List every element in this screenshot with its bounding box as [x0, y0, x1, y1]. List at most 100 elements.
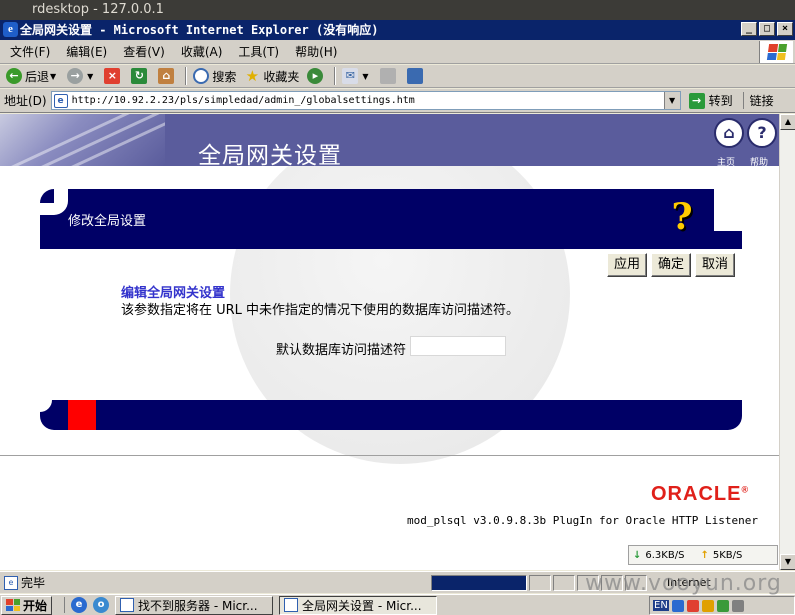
ie-page-icon: [284, 598, 299, 612]
mail-button[interactable]: ✉ ▼: [339, 66, 374, 87]
page-icon: e: [53, 93, 68, 108]
window-title: 全局网关设置 - Microsoft Internet Explorer (没有…: [20, 23, 379, 37]
footer-divider: [0, 455, 779, 456]
media-icon: ▸: [307, 68, 324, 84]
media-button[interactable]: ▸: [304, 66, 329, 87]
vertical-scrollbar[interactable]: ▲ ▼: [779, 114, 795, 570]
links-button[interactable]: 链接: [742, 92, 774, 109]
help-nav-link[interactable]: 帮助: [750, 155, 768, 168]
minimize-button[interactable]: _: [741, 22, 757, 36]
cancel-button[interactable]: 取消: [695, 253, 736, 277]
window-title-bar[interactable]: e 全局网关设置 - Microsoft Internet Explorer (…: [0, 20, 795, 40]
start-button[interactable]: 开始: [1, 595, 53, 615]
action-buttons: 应用 确定 取消: [607, 253, 736, 277]
task-global-gateway-settings[interactable]: 全局网关设置 - Micr...: [279, 595, 438, 615]
default-dad-input[interactable]: [410, 336, 506, 356]
menu-help[interactable]: 帮助(H): [289, 42, 343, 62]
windows-logo-icon: [759, 41, 793, 63]
upload-speed: 5KB/S: [712, 549, 743, 561]
toolbar-separator: [185, 67, 188, 85]
close-button[interactable]: ×: [777, 22, 793, 36]
back-dropdown-icon[interactable]: ▼: [50, 72, 56, 81]
menu-favorites[interactable]: 收藏(A): [175, 42, 229, 62]
language-indicator[interactable]: EN: [653, 600, 669, 611]
scroll-up-arrow[interactable]: ▲: [780, 114, 795, 130]
menu-view[interactable]: 查看(V): [117, 42, 171, 62]
section-title: 修改全局设置: [68, 214, 147, 229]
favorites-button[interactable]: ★ 收藏夹: [241, 66, 302, 87]
status-pane: [553, 574, 575, 591]
back-button[interactable]: ← 后退 ▼: [3, 66, 62, 87]
help-nav-icon[interactable]: ?: [747, 118, 777, 148]
home-nav-icon[interactable]: ⌂: [714, 118, 744, 148]
toolbar: ← 后退 ▼ → ▼ × ↻ ⌂ 搜索 ★ 收藏夹 ▸ ✉ ▼: [0, 65, 795, 88]
go-label: 转到: [708, 94, 733, 108]
menu-edit[interactable]: 编辑(E): [60, 42, 113, 62]
maximize-button[interactable]: □: [759, 22, 775, 36]
footer-corner: [40, 400, 52, 412]
default-dad-label: 默认数据库访问描述符: [276, 343, 407, 358]
status-pane: [529, 574, 551, 591]
refresh-button[interactable]: ↻: [128, 66, 153, 87]
forward-button[interactable]: → ▼: [64, 66, 99, 87]
page-done-icon: e: [4, 575, 18, 590]
ie-icon: e: [3, 22, 18, 37]
search-label: 搜索: [212, 69, 237, 84]
page-title: 全局网关设置: [198, 143, 342, 169]
windows-start-icon: [6, 599, 20, 611]
edit-page-button[interactable]: [404, 66, 429, 87]
apply-button[interactable]: 应用: [607, 253, 648, 277]
go-button[interactable]: → 转到: [688, 92, 733, 109]
address-input[interactable]: e http://10.92.2.23/pls/simpledad/admin_…: [50, 91, 681, 110]
menu-tools[interactable]: 工具(T): [232, 42, 285, 62]
star-icon: ★: [245, 67, 260, 85]
address-dropdown-icon[interactable]: ▼: [663, 92, 680, 109]
menu-bar: 文件(F) 编辑(E) 查看(V) 收藏(A) 工具(T) 帮助(H): [0, 40, 795, 64]
home-button[interactable]: ⌂: [155, 66, 180, 87]
task-label: 全局网关设置 - Micr...: [302, 598, 422, 613]
edit-page-icon: [406, 68, 423, 84]
outlook-quicklaunch-icon[interactable]: o: [93, 597, 110, 613]
print-button[interactable]: [377, 66, 402, 87]
stop-icon: ×: [104, 68, 121, 84]
upload-arrow-icon: ↑: [700, 549, 709, 561]
section-right-cut: [714, 189, 742, 231]
favorites-label: 收藏夹: [263, 69, 300, 84]
volume-tray-icon[interactable]: [701, 599, 714, 612]
progress-bar: [431, 574, 527, 591]
security-tray-icon[interactable]: [716, 599, 729, 612]
mail-dropdown-icon[interactable]: ▼: [362, 72, 368, 81]
search-button[interactable]: 搜索: [190, 66, 239, 87]
printer-icon: [379, 68, 396, 84]
refresh-icon: ↻: [131, 68, 148, 84]
download-speed: 6.3KB/S: [645, 549, 685, 561]
download-arrow-icon: ↓: [633, 549, 642, 561]
ok-button[interactable]: 确定: [651, 253, 692, 277]
home-nav-link[interactable]: 主页: [717, 155, 735, 168]
stop-button[interactable]: ×: [101, 66, 126, 87]
back-arrow-icon: ←: [6, 68, 22, 84]
ie-page-icon: [120, 598, 135, 612]
address-bar: 地址(D) e http://10.92.2.23/pls/simpledad/…: [0, 89, 795, 113]
forward-arrow-icon: →: [67, 68, 84, 84]
help-tray-icon[interactable]: [671, 599, 684, 612]
search-icon: [193, 68, 210, 84]
oracle-logo: ORACLE®: [651, 483, 750, 505]
scroll-down-arrow[interactable]: ▼: [780, 554, 795, 570]
question-mark-icon: ?: [671, 196, 693, 238]
network-tray-icon[interactable]: [686, 599, 699, 612]
task-label: 找不到服务器 - Micr...: [138, 598, 258, 613]
forward-dropdown-icon[interactable]: ▼: [87, 72, 93, 81]
plugin-version: mod_plsql v3.0.9.8.3b PlugIn for Oracle …: [407, 514, 758, 527]
ie-quicklaunch-icon[interactable]: e: [71, 597, 88, 613]
quick-launch: e o: [64, 597, 110, 613]
start-label: 开始: [23, 598, 48, 613]
home-icon: ⌂: [158, 68, 175, 84]
section-header: 修改全局设置 ?: [40, 189, 742, 249]
address-url[interactable]: http://10.92.2.23/pls/simpledad/admin_/g…: [72, 95, 415, 106]
speed-monitor: ↓ 6.3KB/S ↑ 5KB/S: [628, 545, 778, 565]
header-banner-image: [0, 114, 165, 166]
menu-file[interactable]: 文件(F): [4, 42, 56, 62]
task-server-not-found[interactable]: 找不到服务器 - Micr...: [115, 595, 274, 615]
device-tray-icon[interactable]: [731, 599, 744, 612]
